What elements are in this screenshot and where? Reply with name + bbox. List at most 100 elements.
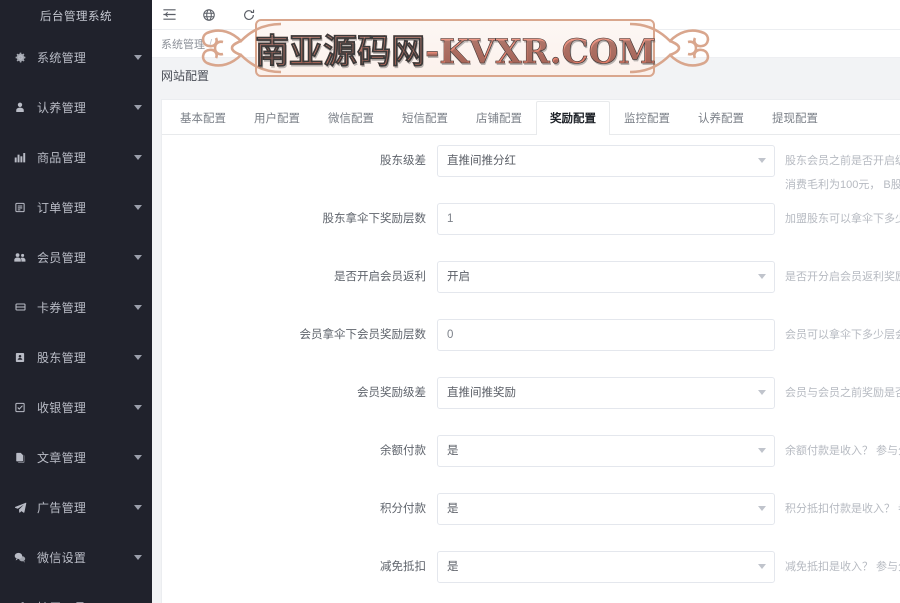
field-help-line1: 余额付款是收入？ 参与分红吗 — [785, 445, 900, 457]
wrench-icon — [12, 599, 28, 603]
chevron-down-icon — [134, 204, 142, 210]
sidebar-item-label: 认养管理 — [37, 100, 87, 115]
sidebar-item-goods[interactable]: 商品管理 — [0, 132, 152, 182]
sidebar-item-tools[interactable]: 扩展工具 — [0, 582, 152, 603]
field-control: 0 — [437, 319, 775, 351]
field-label: 会员奖励级差 — [357, 387, 426, 399]
sidebar-item-ads[interactable]: 广告管理 — [0, 482, 152, 532]
field-label: 减免抵扣 — [380, 561, 426, 573]
form-row: 余额付款 是 余额付款是收入？ 参与分红吗 — [162, 435, 900, 493]
field-help: 减免抵扣是收入？ 参与分红吗 — [775, 551, 900, 576]
breadcrumb-parent[interactable]: 系统管理 — [161, 36, 205, 52]
sidebar-item-articles[interactable]: 文章管理 — [0, 432, 152, 482]
chevron-down-icon — [134, 554, 142, 560]
field-help-line1: 积分抵扣付款是收入？ 参与分 — [785, 503, 900, 515]
refresh-icon[interactable] — [240, 6, 258, 24]
main-area: 系统管理 / 网站配置 基本配置 用户配置 微信配置 短信配置 店铺配置 奖励配… — [152, 0, 900, 603]
field-help-line1: 会员与会员之前奖励是否级差 — [785, 387, 900, 399]
sidebar-item-label: 股东管理 — [37, 350, 87, 365]
menu-fold-icon[interactable] — [160, 6, 178, 24]
sidebar-item-label: 商品管理 — [37, 150, 87, 165]
field-control: 1 — [437, 203, 775, 235]
sidebar: 后台管理系统 系统管理 认养管理 商品管理 订单管理 会员管理 卡券管理 股东管… — [0, 0, 152, 603]
form-row: 积分付款 是 积分抵扣付款是收入？ 参与分 — [162, 493, 900, 551]
field-control: 直推间推分红 — [437, 145, 775, 177]
field-label: 股东级差 — [380, 155, 426, 167]
users-icon — [12, 249, 28, 265]
reward-config-form: 股东级差 直推间推分红 股东会员之前是否开启级差奖 消费毛利为100元， B股东… — [162, 135, 900, 603]
tab-monitor-config[interactable]: 监控配置 — [610, 101, 684, 135]
sidebar-brand: 后台管理系统 — [40, 11, 112, 23]
field-control: 开启 — [437, 261, 775, 293]
enable-member-rebate-select[interactable]: 开启 — [437, 261, 775, 293]
chevron-down-icon — [134, 404, 142, 410]
sidebar-item-label: 广告管理 — [37, 500, 87, 515]
field-help-line1: 股东会员之前是否开启级差奖 — [785, 155, 900, 167]
form-row: 减免抵扣 是 减免抵扣是收入？ 参与分红吗 — [162, 551, 900, 603]
tab-wechat-config[interactable]: 微信配置 — [314, 101, 388, 135]
field-help: 是否开分启会员返利奖励, 如 — [775, 261, 900, 286]
globe-icon[interactable] — [200, 6, 218, 24]
tab-shop-config[interactable]: 店铺配置 — [462, 101, 536, 135]
member-reward-level-diff-select[interactable]: 直推间推奖励 — [437, 377, 775, 409]
form-row: 是否开启会员返利 开启 是否开分启会员返利奖励, 如 — [162, 261, 900, 319]
form-row: 会员奖励级差 直推间推奖励 会员与会员之前奖励是否级差 — [162, 377, 900, 435]
tab-reward-config[interactable]: 奖励配置 — [536, 101, 610, 135]
ticket-icon — [12, 299, 28, 315]
shareholder-reward-levels-input[interactable]: 1 — [437, 203, 775, 235]
form-row: 会员拿伞下会员奖励层数 0 会员可以拿伞下多少层会员消 — [162, 319, 900, 377]
chevron-down-icon — [134, 254, 142, 260]
field-label: 会员拿伞下会员奖励层数 — [299, 329, 427, 341]
page-title: 网站配置 — [152, 58, 900, 92]
user-icon — [12, 99, 28, 115]
sidebar-item-label: 会员管理 — [37, 250, 87, 265]
member-reward-levels-input[interactable]: 0 — [437, 319, 775, 351]
chevron-down-icon — [134, 104, 142, 110]
sidebar-item-label: 系统管理 — [37, 50, 87, 65]
field-help-line1: 会员可以拿伞下多少层会员消 — [785, 329, 900, 341]
sidebar-item-adoption[interactable]: 认养管理 — [0, 82, 152, 132]
tab-user-config[interactable]: 用户配置 — [240, 101, 314, 135]
chevron-down-icon — [758, 390, 766, 395]
chevron-down-icon — [134, 304, 142, 310]
tab-adoption-config[interactable]: 认养配置 — [684, 101, 758, 135]
field-help: 会员与会员之前奖励是否级差 — [775, 377, 900, 402]
tab-withdraw-config[interactable]: 提现配置 — [758, 101, 832, 135]
sidebar-item-system[interactable]: 系统管理 — [0, 32, 152, 82]
field-control: 是 — [437, 435, 775, 467]
sidebar-item-cashier[interactable]: 收银管理 — [0, 382, 152, 432]
sidebar-item-label: 扩展工具 — [37, 599, 130, 603]
field-label: 积分付款 — [380, 503, 426, 515]
clipboard-icon — [12, 199, 28, 215]
sidebar-item-shareholder[interactable]: 股东管理 — [0, 332, 152, 382]
chevron-down-icon — [758, 274, 766, 279]
chevron-down-icon — [758, 158, 766, 163]
discount-deduction-select[interactable]: 是 — [437, 551, 775, 583]
field-help: 加盟股东可以拿伞下多少层注 — [775, 203, 900, 228]
topbar — [152, 0, 900, 30]
field-help-line2: 消费毛利为100元， B股东拿 — [785, 179, 900, 191]
shareholder-level-diff-select[interactable]: 直推间推分红 — [437, 145, 775, 177]
balance-payment-select[interactable]: 是 — [437, 435, 775, 467]
field-control: 直推间推奖励 — [437, 377, 775, 409]
tab-basic-config[interactable]: 基本配置 — [166, 101, 240, 135]
field-help: 会员可以拿伞下多少层会员消 — [775, 319, 900, 344]
points-payment-select[interactable]: 是 — [437, 493, 775, 525]
breadcrumb: 系统管理 / — [152, 30, 900, 58]
field-label: 是否开启会员返利 — [334, 271, 426, 283]
field-help-line1: 是否开分启会员返利奖励, 如 — [785, 271, 900, 283]
tab-sms-config[interactable]: 短信配置 — [388, 101, 462, 135]
admin-app: 后台管理系统 系统管理 认养管理 商品管理 订单管理 会员管理 卡券管理 股东管… — [0, 0, 900, 603]
sidebar-item-members[interactable]: 会员管理 — [0, 232, 152, 282]
check-square-icon — [12, 399, 28, 415]
field-help: 股东会员之前是否开启级差奖 消费毛利为100元， B股东拿 — [775, 145, 900, 194]
paper-plane-icon — [12, 499, 28, 515]
sidebar-item-orders[interactable]: 订单管理 — [0, 182, 152, 232]
field-help-line1: 加盟股东可以拿伞下多少层注 — [785, 213, 900, 225]
chevron-down-icon — [134, 354, 142, 360]
sidebar-item-coupons[interactable]: 卡券管理 — [0, 282, 152, 332]
chevron-down-icon — [758, 506, 766, 511]
document-copy-icon — [12, 449, 28, 465]
content-card: 基本配置 用户配置 微信配置 短信配置 店铺配置 奖励配置 监控配置 认养配置 … — [161, 99, 900, 603]
sidebar-item-wechat[interactable]: 微信设置 — [0, 532, 152, 582]
